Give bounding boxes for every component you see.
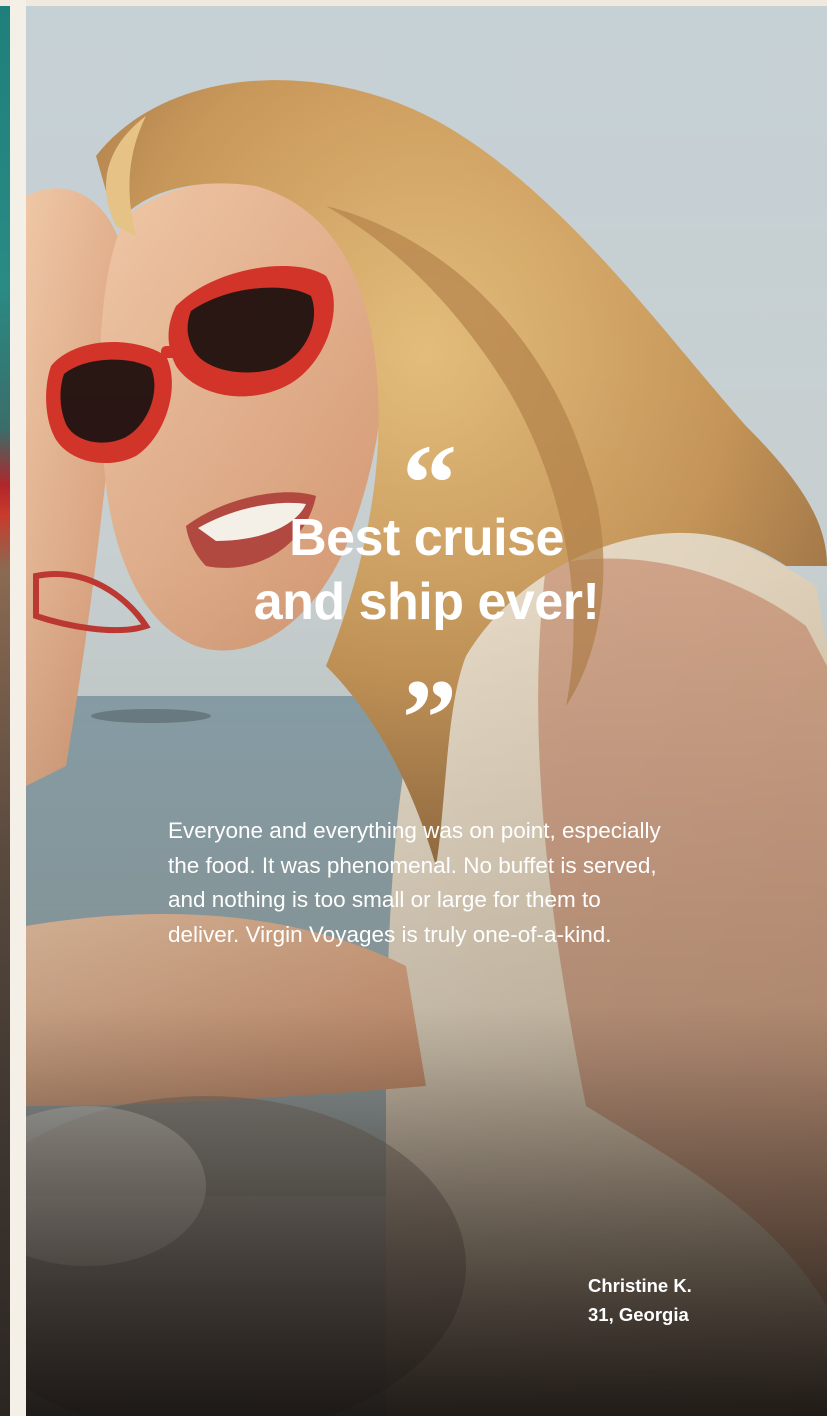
open-quote-icon: “ [26, 434, 827, 494]
close-quote-icon: ” [26, 669, 827, 729]
author-details: 31, Georgia [588, 1304, 689, 1325]
testimonial-author: Christine K. 31, Georgia [588, 1271, 692, 1329]
headline-line: Best cruise [289, 509, 564, 567]
author-name: Christine K. [588, 1275, 692, 1296]
testimonial-headline: Best cruise and ship ever! [26, 506, 827, 634]
previous-testimonial-card-edge[interactable] [0, 6, 10, 1416]
carousel-gap [10, 0, 26, 1416]
headline-line: and ship ever! [253, 573, 600, 631]
testimonial-body: Everyone and everything was on point, es… [168, 818, 661, 947]
testimonial-card: “ Best cruise and ship ever! ” Everyone … [26, 6, 827, 1416]
